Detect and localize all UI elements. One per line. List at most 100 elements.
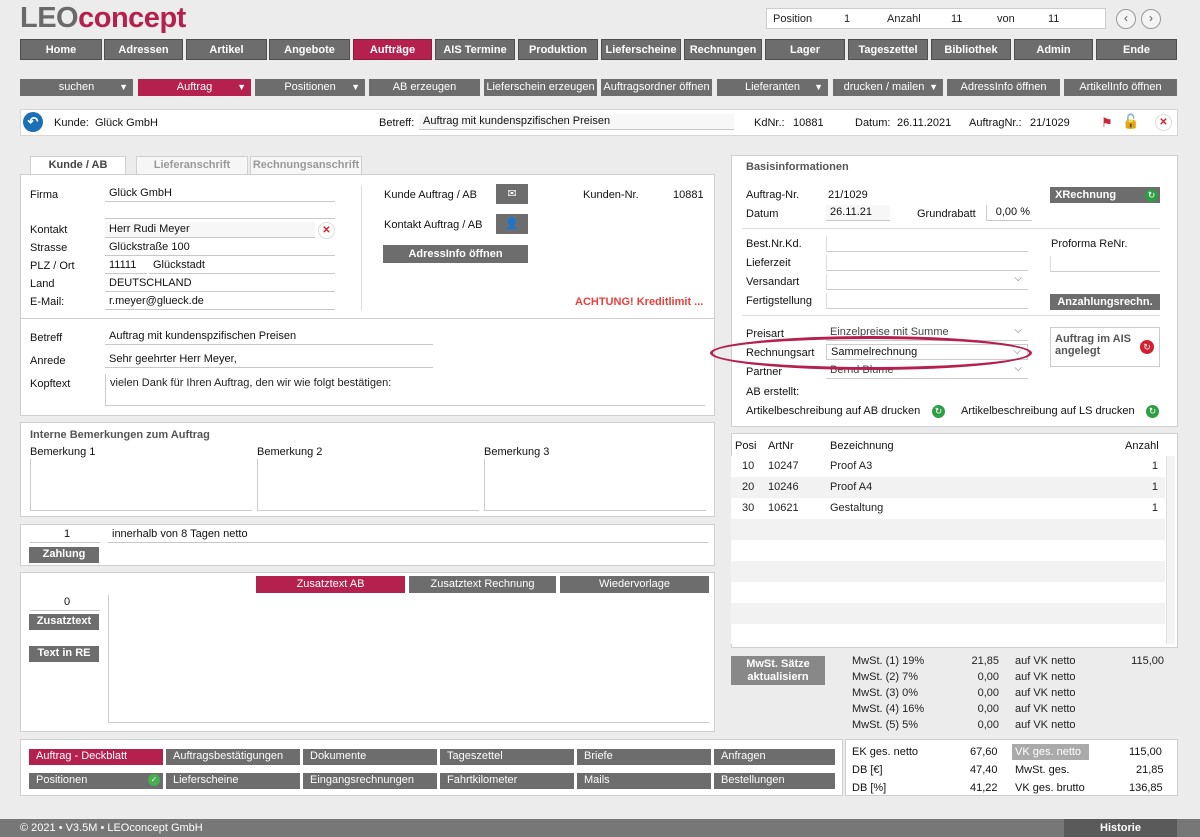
nav-adressen[interactable]: Adressen	[104, 39, 183, 60]
ab-erzeugen-button[interactable]: AB erzeugen	[369, 79, 480, 96]
btn-auftragsbestaetigungen[interactable]: Auftragsbestätigungen	[166, 749, 300, 765]
back-arrow-icon[interactable]: ↶	[23, 112, 43, 132]
bemerkung1-field[interactable]	[30, 459, 252, 511]
btn-briefe[interactable]: Briefe	[577, 749, 711, 765]
auftragsordner-oeffnen-button[interactable]: Auftragsordner öffnen	[601, 79, 712, 96]
btn-lieferscheine[interactable]: Lieferscheine	[166, 773, 300, 789]
lieferzeit-field[interactable]	[826, 255, 1028, 271]
plz-field[interactable]: 11111	[105, 258, 147, 274]
xrechnung-button[interactable]: XRechnung	[1050, 187, 1160, 203]
land-field[interactable]: DEUTSCHLAND	[105, 276, 335, 292]
payment-term-text[interactable]: innerhalb von 8 Tagen netto	[108, 527, 708, 543]
bemerkung2-field[interactable]	[257, 459, 479, 511]
mwst-table: MwSt. (1) 19% 21,85 auf VK netto 115,00 MwS…	[852, 655, 1164, 735]
datum-basis-field[interactable]: 26.11.21	[826, 205, 890, 221]
nav-produktion[interactable]: Produktion	[518, 39, 598, 60]
tab-kunde-ab[interactable]: Kunde / AB	[30, 156, 126, 174]
close-icon[interactable]: ✕	[1155, 114, 1172, 131]
artikel-ab-toggle-icon[interactable]: ↻	[932, 405, 945, 418]
tab-rechnungsanschrift[interactable]: Rechnungsanschrift	[250, 156, 362, 174]
btn-bestellungen[interactable]: Bestellungen	[714, 773, 835, 789]
of-value: 11	[1048, 13, 1060, 25]
nav-lager[interactable]: Lager	[765, 39, 845, 60]
btn-tageszettel[interactable]: Tageszettel	[440, 749, 574, 765]
zusatztext-editor[interactable]	[108, 595, 709, 723]
table-row[interactable]: 20 10246 Proof A4 1	[731, 477, 1165, 498]
versandart-select[interactable]: ⌵	[826, 273, 1028, 290]
betreff-field[interactable]: Auftrag mit kundenspzifischen Preisen	[105, 329, 433, 345]
previous-record-button[interactable]: ‹	[1116, 9, 1136, 29]
adressinfo-oeffnen-button[interactable]: AdressInfo öffnen	[947, 79, 1060, 96]
btn-positionen[interactable]: Positionen ✓	[29, 773, 163, 789]
artikelinfo-oeffnen-button[interactable]: ArtikelInfo öffnen	[1064, 79, 1177, 96]
vk-brutto-label: VK ges. brutto	[1015, 782, 1085, 794]
tab-lieferanschrift[interactable]: Lieferanschrift	[136, 156, 248, 174]
ais-status-icon[interactable]: ↻	[1140, 340, 1154, 354]
proforma-field[interactable]	[1050, 256, 1160, 272]
btn-dokumente[interactable]: Dokumente	[303, 749, 437, 765]
kontakt-field[interactable]: Herr Rudi Meyer	[105, 222, 315, 238]
lock-icon[interactable]: 🔓	[1122, 113, 1139, 130]
lieferschein-erzeugen-button[interactable]: Lieferschein erzeugen	[484, 79, 597, 96]
flag-icon[interactable]: ⚑	[1101, 115, 1113, 131]
adressinfo-oeffnen-panel-button[interactable]: AdressInfo öffnen	[383, 245, 528, 263]
tab-wiedervorlage[interactable]: Wiedervorlage	[560, 576, 709, 593]
drucken-mailen-dropdown[interactable]: drucken / mailen ▼	[833, 79, 943, 96]
bemerkung3-field[interactable]	[484, 459, 706, 511]
nav-ais-termine[interactable]: AIS Termine	[435, 39, 515, 60]
payment-term-number[interactable]: 1	[30, 527, 100, 543]
anzahlungsrechnung-button[interactable]: Anzahlungsrechn.	[1050, 294, 1160, 310]
btn-anfragen[interactable]: Anfragen	[714, 749, 835, 765]
strasse-field[interactable]: Glückstraße 100	[105, 240, 335, 256]
zahlung-button[interactable]: Zahlung	[29, 547, 99, 563]
nav-angebote[interactable]: Angebote	[269, 39, 350, 60]
nav-home[interactable]: Home	[20, 39, 102, 60]
nav-ende[interactable]: Ende	[1096, 39, 1177, 60]
firma2-field[interactable]	[105, 203, 335, 219]
grundrabatt-field[interactable]: 0,00 %	[986, 205, 1032, 221]
email-field[interactable]: r.meyer@glueck.de	[105, 294, 335, 310]
fertigstellung-field[interactable]	[826, 293, 1028, 309]
tab-zusatztext-ab[interactable]: Zusatztext AB	[256, 576, 405, 593]
btn-fahrtkilometer[interactable]: Fahrtkilometer	[440, 773, 574, 789]
row-posi: 20	[742, 481, 755, 493]
footer-copyright: © 2021 • V3.5M • LEOconcept GmbH	[20, 822, 203, 834]
person-icon[interactable]: 👤	[496, 214, 528, 234]
best-nr-label: Best.Nr.Kd.	[746, 238, 802, 250]
mwst-update-button[interactable]: MwSt. Sätze aktualisiern	[731, 656, 825, 685]
artikel-ls-toggle-icon[interactable]: ↻	[1146, 405, 1159, 418]
text-in-re-button[interactable]: Text in RE	[29, 646, 99, 662]
nav-tageszettel[interactable]: Tageszettel	[848, 39, 928, 60]
nav-admin[interactable]: Admin	[1014, 39, 1093, 60]
nav-auftraege[interactable]: Aufträge	[353, 39, 432, 60]
anrede-field[interactable]: Sehr geehrter Herr Meyer,	[105, 352, 433, 368]
suchen-dropdown[interactable]: suchen ▼	[20, 79, 133, 96]
mwst-basis: auf VK netto	[1015, 655, 1076, 667]
firma-field[interactable]: Glück GmbH	[105, 186, 335, 202]
best-nr-field[interactable]	[826, 236, 1028, 252]
nav-rechnungen[interactable]: Rechnungen	[684, 39, 762, 60]
nav-bibliothek[interactable]: Bibliothek	[931, 39, 1011, 60]
proforma-label: Proforma ReNr.	[1051, 238, 1128, 250]
credit-limit-warning[interactable]: ACHTUNG! Kreditlimit ...	[575, 296, 703, 308]
nav-artikel[interactable]: Artikel	[186, 39, 267, 60]
btn-eingangsrechnungen[interactable]: Eingangsrechnungen	[303, 773, 437, 789]
historie-button[interactable]: Historie	[1064, 819, 1177, 837]
table-row[interactable]: 30 10621 Gestaltung 1	[731, 498, 1165, 519]
remove-contact-icon[interactable]: ✕	[318, 222, 335, 239]
envelope-icon[interactable]: ✉	[496, 184, 528, 204]
btn-mails[interactable]: Mails	[577, 773, 711, 789]
lieferanten-dropdown[interactable]: Lieferanten ▼	[717, 79, 828, 96]
nav-lieferscheine[interactable]: Lieferscheine	[601, 39, 681, 60]
auftrag-dropdown[interactable]: Auftrag ▼	[138, 79, 251, 96]
tab-zusatztext-rechnung[interactable]: Zusatztext Rechnung	[409, 576, 556, 593]
next-record-button[interactable]: ›	[1141, 9, 1161, 29]
ort-field[interactable]: Glückstadt	[149, 258, 335, 274]
zusatztext-button[interactable]: Zusatztext	[29, 614, 99, 630]
kdnr-label: KdNr.:	[754, 117, 785, 129]
table-scrollbar[interactable]	[1166, 456, 1175, 644]
table-row[interactable]: 10 10247 Proof A3 1	[731, 456, 1165, 477]
kopftext-field[interactable]: vielen Dank für Ihren Auftrag, den wir w…	[105, 374, 705, 406]
positionen-dropdown[interactable]: Positionen ▼	[255, 79, 365, 96]
btn-auftrag-deckblatt[interactable]: Auftrag - Deckblatt	[29, 749, 163, 765]
